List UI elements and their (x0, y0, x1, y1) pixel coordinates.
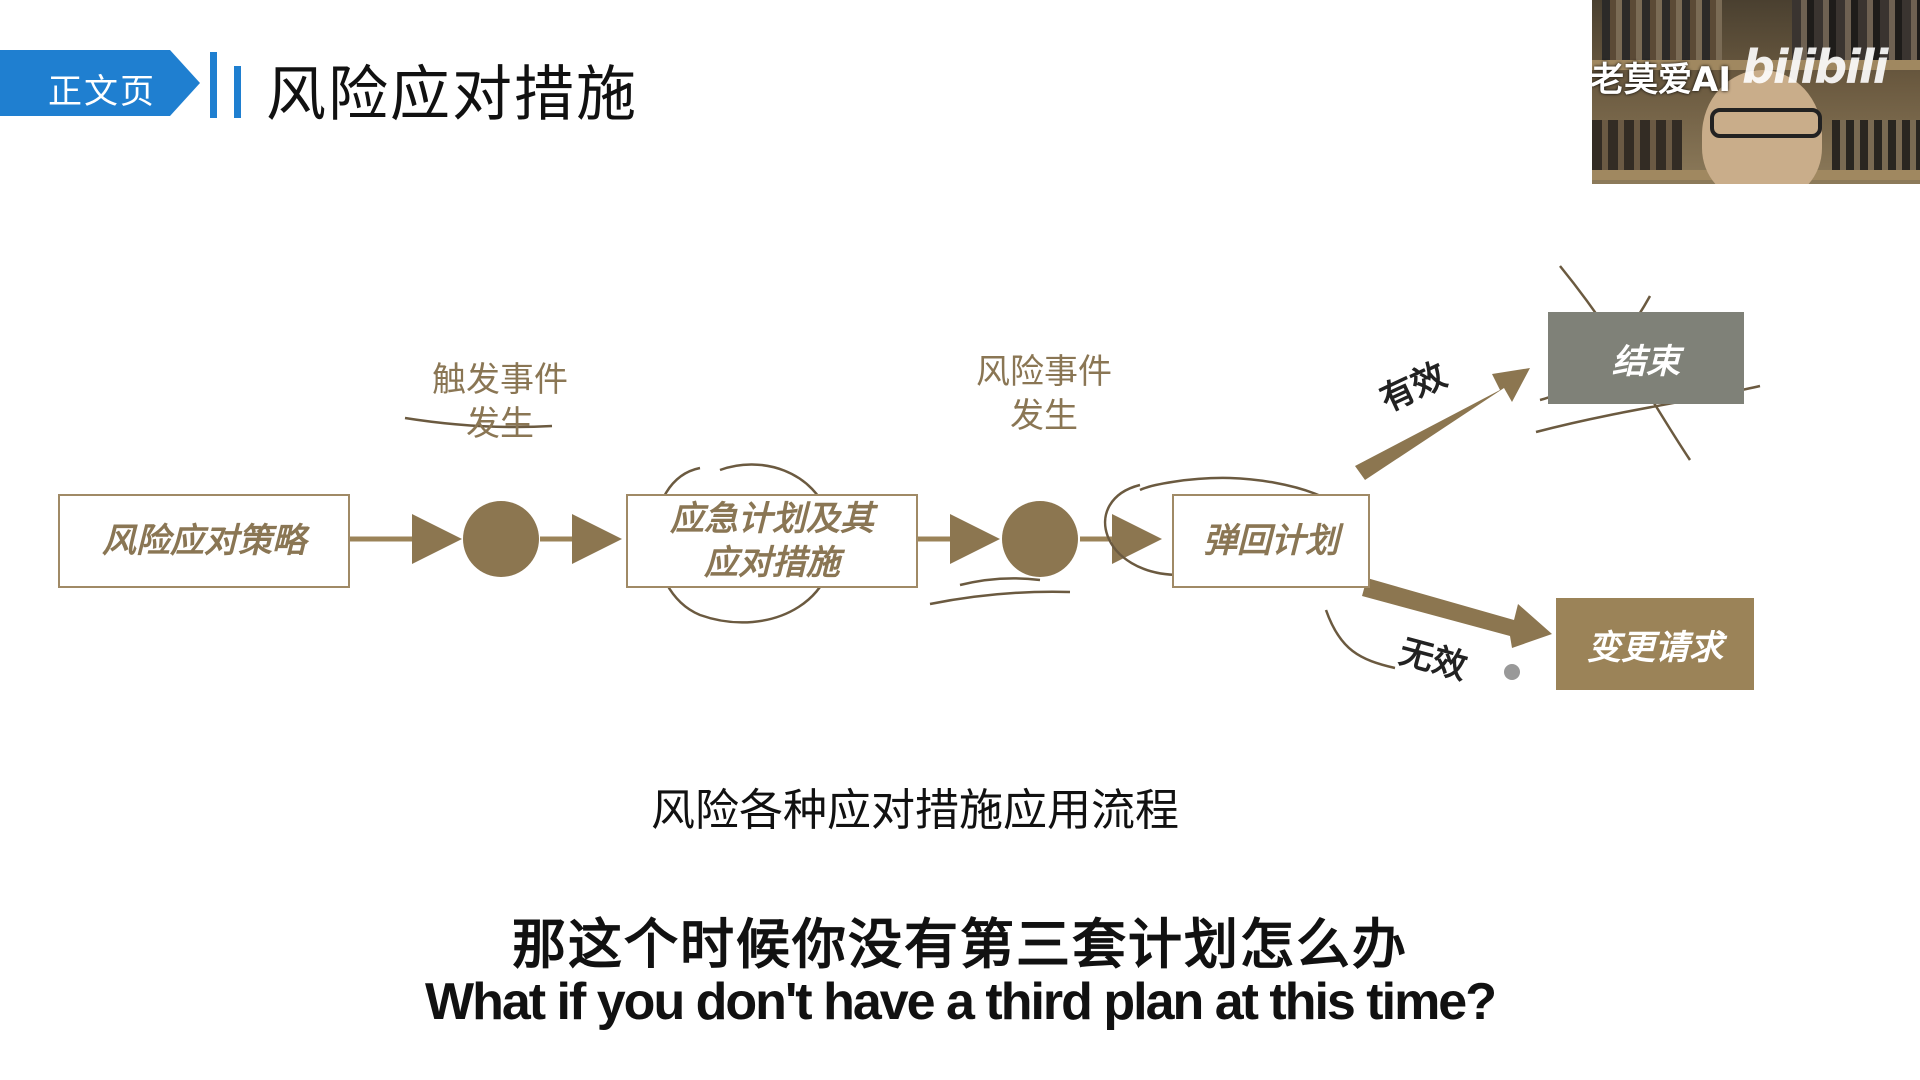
subtitle-chinese: 那这个时候你没有第三套计划怎么办 (512, 913, 1408, 976)
contingency-plan-box: 应急计划及其 应对措施 (626, 494, 918, 588)
trigger-event-label-line1: 触发事件 (432, 360, 568, 400)
end-box: 结束 (1548, 312, 1744, 404)
curve-annotation (1324, 609, 1396, 670)
trigger-event-node (463, 501, 539, 577)
risk-event-node (1002, 501, 1078, 577)
underline-annotation (959, 577, 1041, 587)
risk-event-label-line1: 风险事件 (976, 352, 1112, 392)
diagram-caption: 风险各种应对措施应用流程 (651, 785, 1179, 836)
contingency-plan-label-line2: 应对措施 (704, 543, 840, 583)
change-request-label: 变更请求 (1587, 627, 1723, 668)
risk-event-label-line2: 发生 (1010, 396, 1078, 436)
trigger-event-label: 触发事件 发生 (420, 358, 580, 446)
change-request-box: 变更请求 (1556, 598, 1754, 690)
risk-strategy-box: 风险应对策略 (58, 494, 350, 588)
fallback-plan-label: 弹回计划 (1203, 521, 1339, 561)
end-label: 结束 (1612, 341, 1680, 382)
risk-event-label: 风险事件 发生 (964, 350, 1124, 438)
risk-strategy-label: 风险应对策略 (102, 521, 306, 561)
underline-annotation (929, 590, 1071, 606)
contingency-plan-label-line1: 应急计划及其 (670, 499, 874, 539)
trigger-event-label-line2: 发生 (466, 404, 534, 444)
fallback-plan-box: 弹回计划 (1172, 494, 1370, 588)
eraser-mark (1504, 664, 1520, 680)
subtitle-english: What if you don't have a third plan at t… (425, 973, 1497, 1031)
